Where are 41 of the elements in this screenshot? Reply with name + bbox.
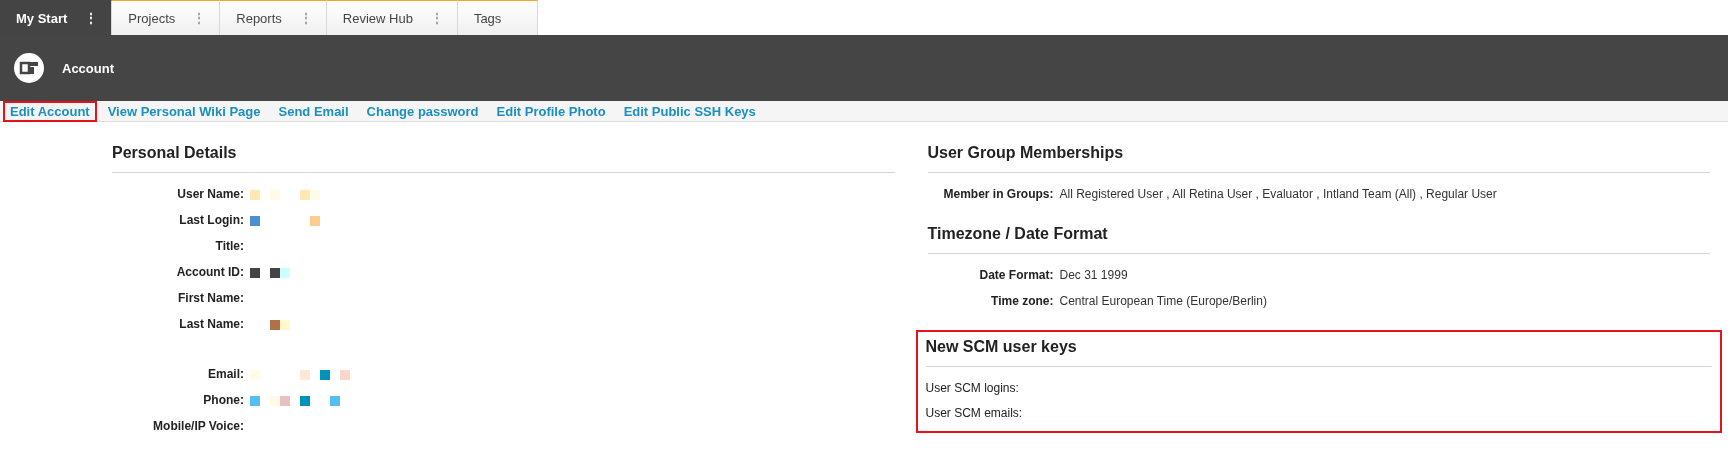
tab[interactable]: Projects ⋮: [112, 0, 221, 35]
field-label: Account ID:: [175, 265, 244, 279]
field-label: Member in Groups:: [942, 187, 1054, 201]
field-label: User SCM logins:: [925, 380, 1019, 395]
field-label: User Name:: [176, 187, 244, 201]
field-label: Phone:: [202, 393, 244, 407]
action-link[interactable]: Edit Public SSH Keys: [616, 100, 763, 122]
field-value: Dec 31 1999: [1059, 268, 1128, 282]
action-link[interactable]: Change password: [359, 100, 486, 122]
field-value: All Registered User , All Retina User , Evaluator , Intland Team (All) , Regular User: [1059, 187, 1497, 201]
field-label: First Name:: [176, 291, 244, 305]
tab[interactable]: Reports ⋮: [220, 0, 327, 35]
action-link[interactable]: Send Email: [271, 100, 356, 122]
tab-menu-icon[interactable]: ⋮: [193, 11, 206, 25]
field-label: Title:: [214, 239, 244, 253]
logo-icon: [14, 53, 44, 83]
field-label: Mobile/IP Voice:: [152, 419, 244, 433]
tab[interactable]: Tags: [457, 0, 538, 35]
section-title: Timezone / Date Format: [927, 225, 1710, 254]
field-label: Email:: [207, 367, 244, 381]
action-link[interactable]: View Personal Wiki Page: [100, 100, 268, 122]
field-label: Date Format:: [978, 268, 1054, 282]
section-title: Personal Details: [112, 144, 895, 173]
tab-menu-icon[interactable]: ⋮: [430, 11, 443, 25]
field-label: User SCM emails:: [925, 405, 1023, 420]
section-title: New SCM user keys: [925, 338, 1712, 367]
action-link[interactable]: Edit Profile Photo: [489, 100, 613, 122]
pixelated-value-drawing: [250, 216, 320, 226]
field-value: Central European Time (Europe/Berlin): [1059, 294, 1267, 308]
pixelated-value-drawing: [250, 268, 290, 278]
action-link[interactable]: Edit Account: [3, 100, 97, 122]
section-title: User Group Memberships: [927, 144, 1710, 173]
tab-menu-icon[interactable]: ⋮: [299, 11, 312, 25]
tab[interactable]: Review Hub ⋮: [326, 0, 458, 35]
tab[interactable]: My Start ⋮: [0, 0, 113, 35]
field-label: Time zone:: [990, 294, 1054, 308]
field-label: Last Name:: [178, 317, 244, 331]
field-label: Last Login:: [178, 213, 244, 227]
tab-menu-icon[interactable]: ⋮: [85, 11, 98, 25]
page-title: Account: [62, 60, 114, 76]
pixelated-value-drawing: [250, 190, 320, 200]
